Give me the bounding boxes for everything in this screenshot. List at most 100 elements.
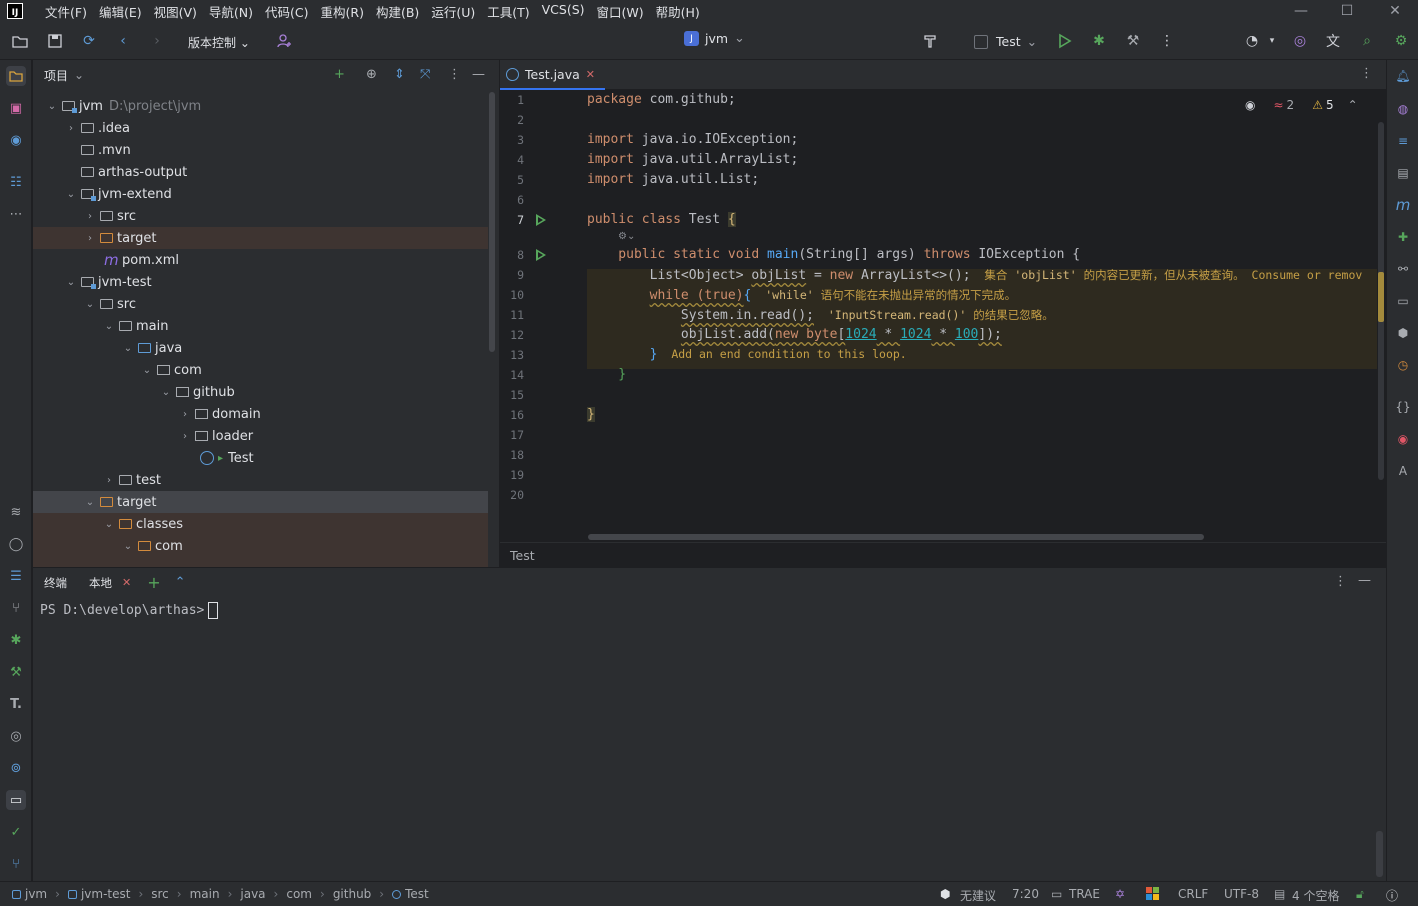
structure-icon[interactable]: ☷ (6, 172, 26, 192)
commit-icon[interactable]: ▣ (6, 98, 26, 118)
menu-window[interactable]: 窗口(W) (597, 2, 644, 21)
chevron-down-icon[interactable]: ⌄ (102, 321, 116, 332)
warning-marker[interactable] (1378, 272, 1384, 322)
terminal-tab-local[interactable]: 本地 ✕ (89, 575, 131, 591)
menu-edit[interactable]: 编辑(E) (99, 2, 142, 21)
suggestion-status[interactable]: 无建议 (960, 887, 996, 904)
problems-alert-icon[interactable]: ⓘ (1386, 887, 1398, 904)
tree-item-jvm[interactable]: ⌄ jvm D:\project\jvm (33, 95, 488, 117)
document-icon[interactable]: ▤ (1394, 164, 1412, 182)
menu-tools[interactable]: 工具(T) (487, 2, 529, 21)
file-encoding[interactable]: UTF-8 (1224, 887, 1259, 901)
database-icon[interactable]: ≡ (1394, 132, 1412, 150)
breadcrumb-class[interactable]: Test (510, 548, 535, 563)
chevron-right-icon[interactable]: › (178, 409, 192, 420)
hide-terminal-icon[interactable]: — (1358, 573, 1371, 588)
sync-icon[interactable]: ⟳ (79, 31, 99, 51)
notifications-icon[interactable]: 🔔︎ (1394, 67, 1412, 85)
chevron-down-icon[interactable]: ⌄ (121, 541, 135, 552)
red-app-icon[interactable]: ◉ (1394, 430, 1412, 448)
eye-icon[interactable]: ◎ (6, 726, 26, 746)
menu-vcs[interactable]: VCS(S) (542, 2, 585, 21)
chevron-right-icon[interactable]: › (83, 211, 97, 222)
hide-panel-icon[interactable]: — (472, 67, 485, 82)
tree-item-loader[interactable]: › loader (33, 425, 488, 447)
debug-icon[interactable]: ✱ (1089, 31, 1109, 51)
todo-icon[interactable]: ☰ (6, 566, 26, 586)
editor-vertical-scrollbar[interactable] (1378, 122, 1384, 480)
close-window-icon[interactable]: ✕ (1372, 0, 1418, 22)
tree-item-com[interactable]: ⌄ com (33, 535, 488, 557)
plugin-icon[interactable]: ✚ (1394, 228, 1412, 246)
chevron-down-icon[interactable]: ⌄ (121, 343, 135, 354)
close-icon[interactable]: ✕ (122, 576, 131, 589)
run-config-selector[interactable]: Test ⌄ (974, 34, 1037, 49)
ai-hint-icon[interactable]: ⚙⌄ (618, 231, 635, 242)
project-switcher[interactable]: J jvm ⌄ (684, 31, 745, 46)
chevron-down-icon[interactable]: ⌄ (83, 299, 97, 310)
maven-icon[interactable]: m (1394, 196, 1412, 214)
chevron-down-icon[interactable]: ⌄ (83, 497, 97, 508)
run-gutter-icon[interactable] (536, 249, 546, 261)
crumb-item[interactable]: github (333, 887, 371, 901)
tree-item-test[interactable]: › test (33, 469, 488, 491)
chevron-down-icon[interactable]: ⌄ (102, 519, 116, 530)
minimize-icon[interactable]: — (1278, 0, 1324, 22)
trae-label[interactable]: TRAE (1069, 887, 1100, 901)
crumb-item[interactable]: src (151, 887, 169, 901)
tab-test-java[interactable]: Test.java ✕ (500, 60, 605, 90)
tree-item-pom[interactable]: m pom.xml (33, 249, 488, 271)
tree-item-java[interactable]: ⌄ java (33, 337, 488, 359)
forward-icon[interactable]: › (147, 31, 167, 51)
chevron-down-icon[interactable]: ⌄ (74, 68, 84, 82)
new-tab-plus-icon[interactable]: + (147, 573, 160, 592)
crumb-item[interactable]: java (240, 887, 265, 901)
run-icon[interactable] (1055, 31, 1075, 51)
crumb-item[interactable]: jvm-test (81, 887, 131, 901)
caret-position[interactable]: 7:20 (1012, 887, 1039, 901)
debug-tool-icon[interactable]: ✱ (6, 630, 26, 650)
tree-item-com[interactable]: ⌄ com (33, 359, 488, 381)
build-tool-icon[interactable]: ⚒ (6, 662, 26, 682)
chevron-up-icon[interactable]: ⌃ (175, 575, 186, 590)
chevron-right-icon[interactable]: › (102, 475, 116, 486)
close-icon[interactable]: ✕ (586, 68, 595, 81)
chevron-up-icon[interactable]: ⌃ (1348, 98, 1358, 112)
display-icon[interactable]: ▭ (1394, 292, 1412, 310)
terminal-options-icon[interactable]: ⋮ (1334, 574, 1347, 589)
locate-icon[interactable]: ⊕ (366, 67, 377, 82)
unlock-icon[interactable]: 🔓︎ (1356, 887, 1364, 902)
rest-client-icon[interactable]: ⚯ (1394, 260, 1412, 278)
collapse-all-icon[interactable]: ⤧ (420, 67, 430, 82)
chevron-right-icon[interactable]: › (64, 123, 78, 134)
timeline-icon[interactable]: ◷ (1394, 356, 1412, 374)
project-folder-icon[interactable] (6, 66, 26, 86)
open-folder-icon[interactable] (10, 31, 30, 51)
terminal-scrollbar[interactable] (1376, 831, 1383, 877)
profiler-icon[interactable]: ◔ (1242, 31, 1262, 51)
chevron-down-icon[interactable]: ⌄ (64, 189, 78, 200)
run-gutter-icon[interactable] (536, 214, 546, 226)
ai-assistant-icon[interactable]: ◎ (1290, 31, 1310, 51)
back-icon[interactable]: ‹ (113, 31, 133, 51)
pull-requests-icon[interactable]: ◉ (6, 130, 26, 150)
endpoints-icon[interactable]: ⊚ (6, 758, 26, 778)
new-file-icon[interactable]: + (334, 67, 345, 82)
tree-item-target[interactable]: › target (33, 227, 488, 249)
search-icon[interactable]: ⌕ (1357, 31, 1377, 51)
git-icon[interactable]: ⑂ (6, 598, 26, 618)
editor-horizontal-scrollbar[interactable] (588, 534, 1204, 540)
chevron-down-icon[interactable]: ▾ (1262, 31, 1282, 51)
menu-navigate[interactable]: 导航(N) (209, 2, 253, 21)
tree-item-domain[interactable]: › domain (33, 403, 488, 425)
tree-item-target[interactable]: ⌄ target (33, 491, 488, 513)
crumb-item[interactable]: jvm (25, 887, 47, 901)
build-hammer-icon[interactable] (920, 31, 940, 51)
tree-item-jvm-test[interactable]: ⌄ jvm-test (33, 271, 488, 293)
tree-item-github[interactable]: ⌄ github (33, 381, 488, 403)
tree-item-src[interactable]: ⌄ src (33, 293, 488, 315)
add-user-icon[interactable] (274, 31, 294, 51)
crumb-item[interactable]: main (190, 887, 220, 901)
chat-icon[interactable]: ◯ (6, 534, 26, 554)
tree-item-idea[interactable]: › .idea (33, 117, 488, 139)
